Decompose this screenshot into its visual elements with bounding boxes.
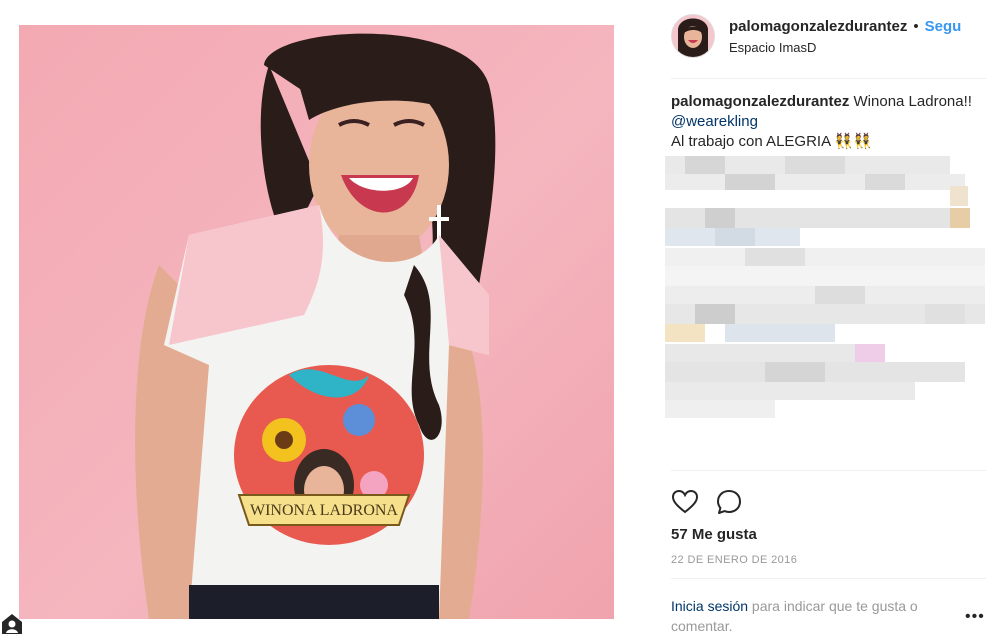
post-date[interactable]: 22 DE ENERO DE 2016 xyxy=(671,554,797,566)
post-photo[interactable]: WINONA LADRONA xyxy=(19,25,614,619)
more-options-icon[interactable]: ••• xyxy=(965,608,985,626)
mention-link[interactable]: @wearekling xyxy=(671,113,758,130)
location-link[interactable]: Espacio ImasD xyxy=(729,40,961,55)
follow-button[interactable]: Segu xyxy=(925,18,962,35)
header-divider xyxy=(671,78,986,79)
login-prompt: Inicia sesión para indicar que te gusta … xyxy=(671,596,971,636)
comment-icon[interactable] xyxy=(715,488,743,516)
heart-icon[interactable] xyxy=(671,488,699,516)
caption-line2: Al trabajo con ALEGRIA 👯👯 xyxy=(671,133,872,150)
actions-divider xyxy=(671,470,986,471)
separator-dot: • xyxy=(913,17,919,35)
user-tag-icon[interactable] xyxy=(0,612,24,636)
avatar[interactable] xyxy=(671,14,715,58)
login-link[interactable]: Inicia sesión xyxy=(671,598,748,614)
shirt-print-text: WINONA LADRONA xyxy=(250,502,398,519)
post-actions xyxy=(671,488,743,516)
like-count[interactable]: 57 Me gusta xyxy=(671,526,757,543)
footer-divider xyxy=(671,578,986,579)
caption-text: Winona Ladrona!! xyxy=(849,93,972,110)
photo-illustration: WINONA LADRONA xyxy=(135,33,496,619)
post-sidebar: palomagonzalezdurantez • Segu Espacio Im… xyxy=(657,0,1000,636)
caption-username-link[interactable]: palomagonzalezdurantez xyxy=(671,93,849,110)
post-caption: palomagonzalezdurantez Winona Ladrona!! … xyxy=(671,92,981,152)
pixelated-comments xyxy=(665,156,990,421)
post-header: palomagonzalezdurantez • Segu Espacio Im… xyxy=(671,12,961,60)
username-link[interactable]: palomagonzalezdurantez xyxy=(729,18,907,35)
